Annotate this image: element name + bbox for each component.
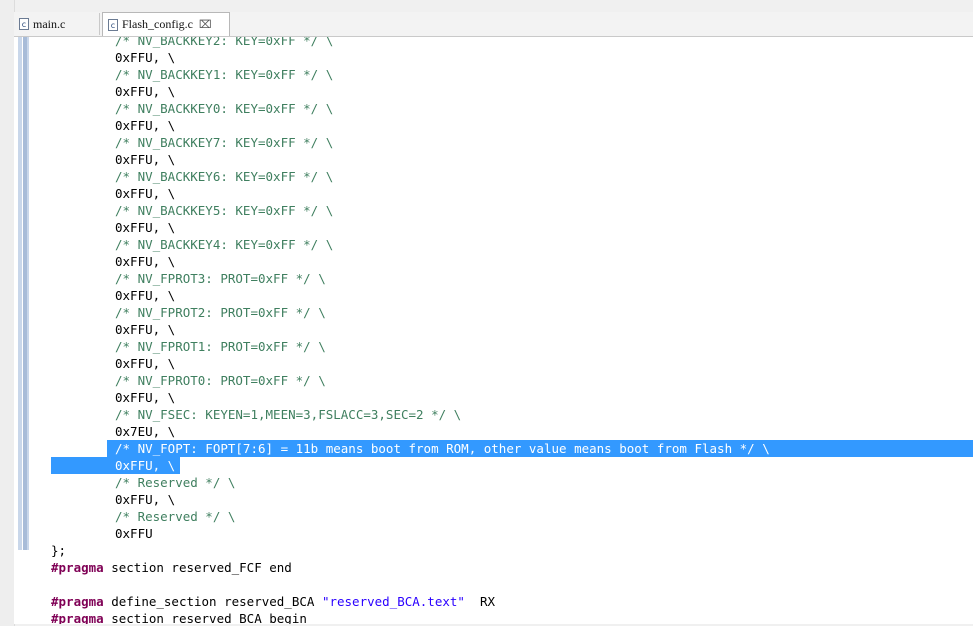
code-text: #pragma define_section reserved_BCA "res… — [51, 593, 495, 610]
code-line[interactable]: /* NV_BACKKEY6: KEY=0xFF */ \ — [14, 168, 973, 185]
pragma-keyword: #pragma — [51, 594, 104, 609]
code-text: /* NV_FPROT1: PROT=0xFF */ \ — [115, 339, 326, 354]
code-line[interactable]: 0xFFU, \ — [14, 389, 973, 406]
code-text: 0xFFU — [115, 526, 153, 541]
code-text: /* NV_FPROT0: PROT=0xFF */ \ — [115, 373, 326, 388]
code-text: #pragma section reserved_FCF end — [51, 559, 292, 576]
pragma-tail: RX — [464, 594, 496, 609]
tab-label: Flash_config.c — [122, 17, 193, 31]
code-line[interactable]: 0xFFU, \ — [14, 287, 973, 304]
code-text: /* NV_BACKKEY6: KEY=0xFF */ \ — [115, 169, 334, 184]
code-text: /* NV_FPROT2: PROT=0xFF */ \ — [115, 305, 326, 320]
code-line[interactable]: /* NV_FPROT0: PROT=0xFF */ \ — [14, 372, 973, 389]
code-line[interactable]: /* Reserved */ \ — [14, 474, 973, 491]
code-line[interactable]: }; — [14, 542, 973, 559]
tab-main-c[interactable]: c main.c — [14, 13, 100, 35]
code-text: #pragma section reserved_BCA begin — [51, 610, 307, 624]
code-text: /* NV_FOPT: FOPT[7:6] = 11b means boot f… — [115, 441, 770, 456]
string-literal: "reserved_BCA.text" — [321, 594, 465, 609]
pragma-rest: section reserved_FCF end — [103, 560, 292, 575]
code-line[interactable]: /* NV_FPROT1: PROT=0xFF */ \ — [14, 338, 973, 355]
code-line[interactable]: /* NV_FPROT2: PROT=0xFF */ \ — [14, 304, 973, 321]
code-line[interactable]: 0xFFU, \ — [14, 219, 973, 236]
code-line[interactable]: /* NV_FOPT: FOPT[7:6] = 11b means boot f… — [14, 440, 973, 457]
code-line[interactable]: 0xFFU, \ — [14, 253, 973, 270]
code-text: /* NV_FPROT3: PROT=0xFF */ \ — [115, 271, 326, 286]
code-text: /* NV_BACKKEY1: KEY=0xFF */ \ — [115, 67, 334, 82]
code-line[interactable]: 0xFFU, \ — [14, 355, 973, 372]
code-text: }; — [51, 543, 67, 558]
pragma-keyword: #pragma — [51, 611, 104, 624]
code-line[interactable]: 0xFFU, \ — [14, 83, 973, 100]
code-text: 0xFFU, \ — [115, 220, 176, 235]
code-text: 0xFFU, \ — [115, 492, 176, 507]
code-line[interactable]: /* NV_BACKKEY0: KEY=0xFF */ \ — [14, 100, 973, 117]
tab-label: main.c — [33, 16, 66, 31]
pragma-rest: define_section reserved_BCA — [103, 594, 322, 609]
code-line[interactable]: /* NV_BACKKEY1: KEY=0xFF */ \ — [14, 66, 973, 83]
code-line[interactable]: /* NV_FSEC: KEYEN=1,MEEN=3,FSLACC=3,SEC=… — [14, 406, 973, 423]
code-text: 0xFFU, \ — [115, 50, 176, 65]
pragma-keyword: #pragma — [51, 560, 104, 575]
code-text: 0xFFU, \ — [115, 458, 176, 473]
editor-tab-bar: c main.c c Flash_config.c ⌧ — [14, 12, 973, 37]
code-text: /* Reserved */ \ — [115, 509, 236, 524]
code-text: 0x7EU, \ — [115, 424, 176, 439]
tab-flash-config-c[interactable]: c Flash_config.c ⌧ — [102, 12, 230, 36]
code-text: 0xFFU, \ — [115, 356, 176, 371]
code-line[interactable]: /* NV_BACKKEY7: KEY=0xFF */ \ — [14, 134, 973, 151]
code-text: 0xFFU, \ — [115, 152, 176, 167]
code-line[interactable]: /* NV_BACKKEY5: KEY=0xFF */ \ — [14, 202, 973, 219]
code-line[interactable]: 0xFFU, \ — [14, 117, 973, 134]
pragma-rest: section reserved_BCA begin — [103, 611, 307, 624]
code-lines: /* NV_BACKKEY2: KEY=0xFF */ \ 0xFFU, \ /* … — [14, 37, 973, 624]
code-text: /* NV_BACKKEY4: KEY=0xFF */ \ — [115, 237, 334, 252]
close-icon[interactable]: ⌧ — [199, 18, 212, 31]
code-line[interactable]: 0xFFU, \ — [14, 49, 973, 66]
code-line[interactable]: 0x7EU, \ — [14, 423, 973, 440]
code-text: 0xFFU, \ — [115, 390, 176, 405]
code-text: /* NV_FSEC: KEYEN=1,MEEN=3,FSLACC=3,SEC=… — [115, 407, 462, 422]
code-line[interactable]: /* NV_BACKKEY2: KEY=0xFF */ \ — [14, 37, 973, 49]
code-line[interactable]: 0xFFU, \ — [14, 185, 973, 202]
code-line[interactable] — [14, 576, 973, 593]
code-line[interactable]: #pragma section reserved_FCF end — [14, 559, 973, 576]
code-line[interactable]: 0xFFU, \ — [14, 491, 973, 508]
code-text: 0xFFU, \ — [115, 288, 176, 303]
code-text: /* NV_BACKKEY7: KEY=0xFF */ \ — [115, 135, 334, 150]
left-panel-strip — [0, 0, 15, 626]
code-editor[interactable]: /* NV_BACKKEY2: KEY=0xFF */ \ 0xFFU, \ /* … — [14, 37, 973, 624]
code-text: 0xFFU, \ — [115, 254, 176, 269]
code-text: /* NV_BACKKEY2: KEY=0xFF */ \ — [115, 37, 334, 48]
c-file-icon: c — [19, 18, 29, 30]
code-text: 0xFFU, \ — [115, 84, 176, 99]
code-text: 0xFFU, \ — [115, 118, 176, 133]
code-text: /* NV_BACKKEY0: KEY=0xFF */ \ — [115, 101, 334, 116]
code-line[interactable]: 0xFFU — [14, 525, 973, 542]
code-text: 0xFFU, \ — [115, 322, 176, 337]
c-file-icon: c — [108, 18, 118, 31]
code-line[interactable]: /* NV_FPROT3: PROT=0xFF */ \ — [14, 270, 973, 287]
code-line[interactable]: /* NV_BACKKEY4: KEY=0xFF */ \ — [14, 236, 973, 253]
code-text: /* Reserved */ \ — [115, 475, 236, 490]
code-text: /* NV_BACKKEY5: KEY=0xFF */ \ — [115, 203, 334, 218]
code-line[interactable]: 0xFFU, \ — [14, 457, 973, 474]
code-text: 0xFFU, \ — [115, 186, 176, 201]
code-line[interactable]: /* Reserved */ \ — [14, 508, 973, 525]
code-line[interactable]: #pragma define_section reserved_BCA "res… — [14, 593, 973, 610]
code-line[interactable]: 0xFFU, \ — [14, 321, 973, 338]
code-line[interactable]: #pragma section reserved_BCA begin — [14, 610, 973, 624]
code-line[interactable]: 0xFFU, \ — [14, 151, 973, 168]
